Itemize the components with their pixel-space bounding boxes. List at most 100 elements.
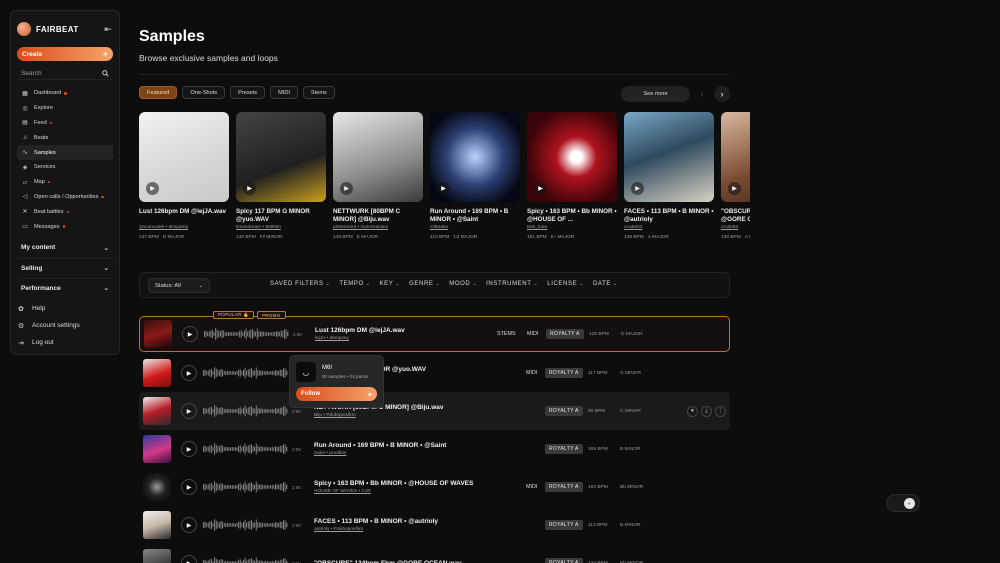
- table-row[interactable]: ▶ 2:0K FACES • 113 BPM • B MINOR • @autrio…: [139, 506, 730, 544]
- card-artist[interactable]: lsss_tube: [527, 225, 617, 230]
- chip-stems[interactable]: Stems: [302, 86, 335, 99]
- card-cover[interactable]: ▶: [721, 112, 750, 202]
- play-icon[interactable]: ▶: [340, 182, 353, 195]
- table-row[interactable]: ▶ 2:0K Run Around • 169 BPM • B MINOR • @S…: [139, 430, 730, 468]
- collapse-sidebar-icon[interactable]: ⇤: [103, 24, 113, 34]
- track-title[interactable]: Lust 126bpm DM @lejJA.wav: [315, 327, 485, 334]
- license-badge[interactable]: ROYALTY A: [545, 444, 583, 454]
- carousel-next-button[interactable]: ›: [714, 86, 730, 102]
- card-title[interactable]: Run Around • 169 BPM • B MINOR • @Saint: [430, 208, 520, 224]
- sidebar-item-services[interactable]: ◈ Services: [17, 160, 113, 175]
- card-cover[interactable]: ▶: [139, 112, 229, 202]
- waveform[interactable]: [203, 403, 289, 419]
- search-input[interactable]: Search: [17, 67, 113, 80]
- follow-button[interactable]: Follow +: [296, 387, 377, 401]
- table-row[interactable]: ▶2:0KNETTWURK [80BPM C MINOR] @Biju.wavB…: [139, 392, 730, 430]
- status-dropdown[interactable]: Status: All ⌄: [148, 278, 210, 293]
- sample-card[interactable]: ▶ "OBSCURE" 134bpm Ebm @GORE OCEAN.wavcru…: [721, 112, 750, 247]
- carousel-prev-button[interactable]: ‹: [694, 86, 710, 102]
- track-thumbnail[interactable]: [143, 359, 171, 387]
- sample-card[interactable]: ▶ Run Around • 169 BPM • B MINOR • @Saint…: [430, 112, 520, 247]
- license-badge[interactable]: ROYALTY A: [545, 482, 583, 492]
- popover-artist-name[interactable]: M6I: [322, 365, 368, 371]
- license-badge[interactable]: ROYALTY A: [545, 368, 583, 378]
- card-cover[interactable]: ▶: [236, 112, 326, 202]
- track-artist[interactable]: Saint • prodibio: [314, 451, 484, 456]
- play-icon[interactable]: ▶: [243, 182, 256, 195]
- card-title[interactable]: Lust 126bpm DM @lejJA.wav: [139, 208, 229, 224]
- chip-midi[interactable]: MIDI: [270, 86, 298, 99]
- card-artist[interactable]: @cumuckel • dimpamp: [139, 225, 229, 230]
- see-more-button[interactable]: See more: [621, 86, 690, 102]
- track-thumbnail[interactable]: [143, 473, 171, 501]
- track-waveform[interactable]: [204, 326, 290, 342]
- license-badge[interactable]: ROYALTY A: [545, 520, 583, 530]
- play-icon[interactable]: ▶: [437, 182, 450, 195]
- play-icon[interactable]: ▶: [631, 182, 644, 195]
- heart-icon[interactable]: ♥: [687, 405, 698, 417]
- track-thumbnail[interactable]: [144, 320, 172, 348]
- table-row[interactable]: ▶2:0K"OBSCURE" 134bpm Ebm @GORE OCEAN.wa…: [139, 544, 730, 563]
- waveform[interactable]: [204, 326, 290, 342]
- sidebar-item-beats[interactable]: ♫ Beats: [17, 130, 113, 145]
- track-title[interactable]: FACES • 113 BPM • B MINOR • @autrioly: [314, 518, 484, 525]
- license-badge[interactable]: ROYALTY A: [545, 558, 583, 563]
- sample-card[interactable]: ▶ NETTWURK [80BPM C MINOR] @Biju.wav phile…: [333, 112, 423, 247]
- track-waveform[interactable]: [203, 517, 289, 533]
- table-row[interactable]: ▶2:0KSpicy 117 BPM G MINOR @yuo.WAVyuo •…: [139, 354, 730, 392]
- license-badge[interactable]: ROYALTY A: [545, 406, 583, 416]
- play-button[interactable]: ▶: [181, 403, 197, 419]
- filter-genre[interactable]: GENRE ⌄: [409, 281, 440, 287]
- sidebar-bottom-log-out[interactable]: ⇥ Log out: [10, 334, 120, 351]
- card-title[interactable]: FACES • 113 BPM • B MINOR • @autrioly: [624, 208, 714, 224]
- card-title[interactable]: Spicy • 163 BPM • Bb MINOR • @HOUSE OF .…: [527, 208, 617, 224]
- card-artist[interactable]: crush83: [721, 225, 750, 230]
- card-artist[interactable]: philesmont • mytrefraction: [333, 225, 423, 230]
- sidebar-item-explore[interactable]: ◎ Explore: [17, 101, 113, 116]
- track-thumbnail[interactable]: [143, 435, 171, 463]
- play-button[interactable]: ▶: [181, 479, 197, 495]
- table-row[interactable]: POPULAR 🔥 PROMO ▶ 2:0K Lust 126bpm DM @lejJA…: [139, 311, 730, 352]
- sidebar-item-open-calls-opportunities[interactable]: ◁ Open calls / Opportunities: [17, 190, 113, 205]
- sidebar-item-dashboard[interactable]: ▦ Dashboard: [17, 86, 113, 101]
- sidebar-item-messages[interactable]: ▭ Messages: [17, 219, 113, 234]
- filter-saved-filters[interactable]: SAVED FILTERS ⌄: [270, 281, 330, 287]
- card-artist[interactable]: crudel43: [624, 225, 714, 230]
- track-thumbnail[interactable]: [143, 397, 171, 425]
- card-cover[interactable]: ▶: [430, 112, 520, 202]
- brand-logo-icon[interactable]: [17, 22, 31, 36]
- waveform[interactable]: [203, 365, 289, 381]
- card-title[interactable]: "OBSCURE" 134bpm Ebm @GORE OCEAN.wav: [721, 208, 750, 224]
- sidebar-bottom-account-settings[interactable]: ⚙ Account settings: [10, 317, 120, 334]
- theme-toggle[interactable]: ◐: [886, 494, 920, 512]
- card-title[interactable]: Spicy 117 BPM G MINOR @yuo.WAV: [236, 208, 326, 224]
- sidebar-item-beat-battles[interactable]: ✕ Beat battles: [17, 204, 113, 219]
- play-icon[interactable]: ▶: [534, 182, 547, 195]
- card-cover[interactable]: ▶: [333, 112, 423, 202]
- sample-card[interactable]: ▶ Spicy • 163 BPM • Bb MINOR • @HOUSE OF …: [527, 112, 617, 247]
- filter-license[interactable]: LICENSE ⌄: [547, 281, 584, 287]
- waveform[interactable]: [203, 555, 289, 563]
- chip-featured[interactable]: Featured: [139, 86, 178, 99]
- download-icon[interactable]: ⤓: [701, 405, 712, 417]
- play-icon[interactable]: ▶: [146, 182, 159, 195]
- play-button[interactable]: ▶: [181, 441, 197, 457]
- play-button[interactable]: ▶: [182, 326, 198, 342]
- sidebar-bottom-help[interactable]: ✿ Help: [10, 300, 120, 317]
- track-waveform[interactable]: [203, 555, 289, 563]
- track-waveform[interactable]: [203, 479, 289, 495]
- track-title[interactable]: "OBSCURE" 134bpm Ebm @GORE OCEAN.wav: [314, 560, 484, 563]
- waveform[interactable]: [203, 441, 289, 457]
- waveform[interactable]: [203, 517, 289, 533]
- play-button[interactable]: ▶: [181, 555, 197, 563]
- chip-one-shots[interactable]: One-Shots: [182, 86, 226, 99]
- filter-key[interactable]: KEY ⌄: [380, 281, 401, 287]
- sidebar-item-samples[interactable]: ∿ Samples: [17, 145, 113, 160]
- section-selling[interactable]: Selling ⌄: [17, 257, 113, 278]
- chip-presets[interactable]: Presets: [230, 86, 266, 99]
- sidebar-item-map[interactable]: ▱ Map: [17, 175, 113, 190]
- filter-mood[interactable]: MOOD ⌄: [449, 281, 477, 287]
- license-badge[interactable]: ROYALTY A: [546, 329, 584, 339]
- card-artist[interactable]: ClBeatin: [430, 225, 520, 230]
- section-performance[interactable]: Performance ⌄: [17, 277, 113, 298]
